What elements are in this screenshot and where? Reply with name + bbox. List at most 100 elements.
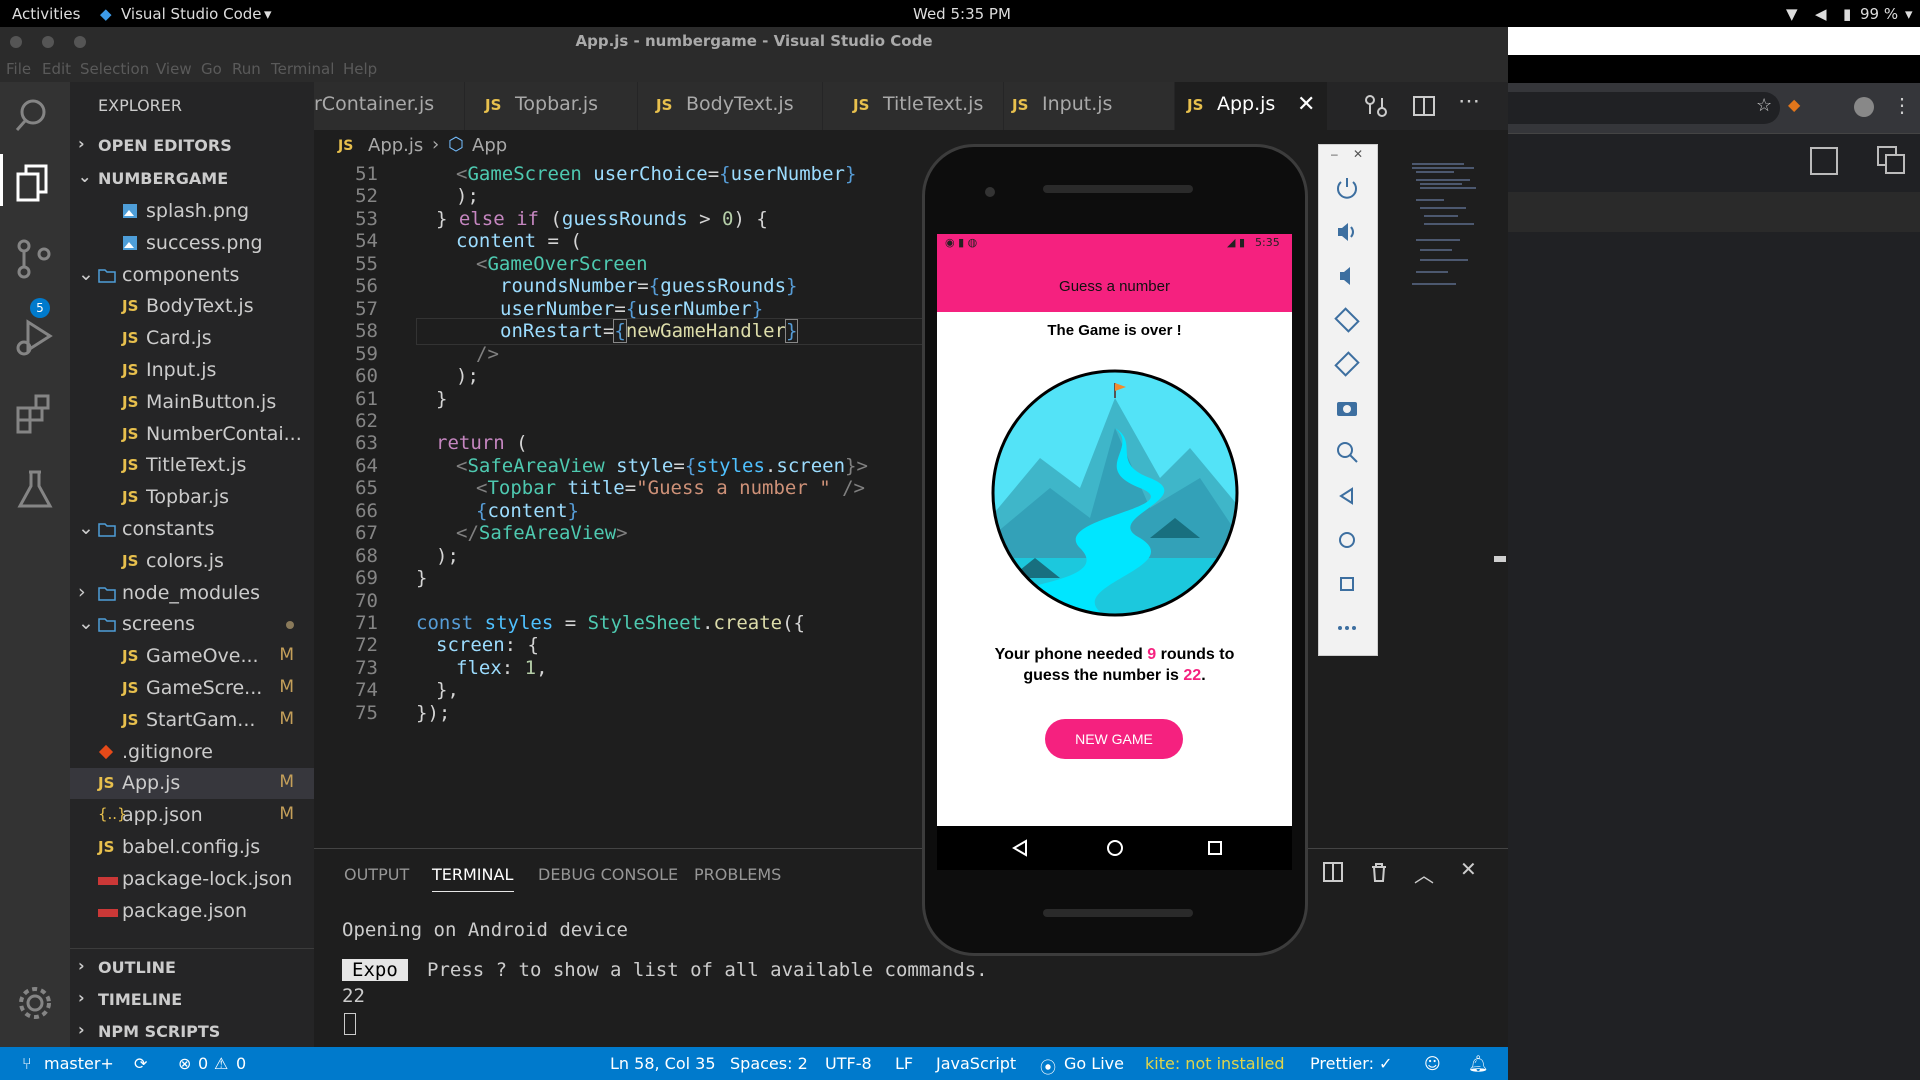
clock[interactable]: Wed 5:35 PM [913,5,1011,23]
warning-count[interactable]: 0 [236,1054,246,1073]
menu-file[interactable]: File [6,60,31,78]
menu-edit[interactable]: Edit [42,60,71,78]
tree-item[interactable]: › node_modules [70,578,314,609]
tree-item[interactable]: JS Card.js [70,323,314,354]
tab-topbar[interactable]: JS Topbar.js [465,82,638,130]
home-icon[interactable] [1332,525,1362,555]
avatar[interactable] [1854,97,1874,117]
browser-menu-icon[interactable]: ⋮ [1892,93,1912,118]
tree-item[interactable]: JS GameScre... M [70,673,314,704]
copy-window-icon[interactable] [1876,145,1906,175]
menu-terminal[interactable]: Terminal [271,60,334,78]
minimize-emulator-icon[interactable]: – [1331,147,1338,161]
tab-numbercontainer[interactable]: rContainer.js [314,82,465,130]
bookmark-star-icon[interactable]: ☆ [1756,95,1772,116]
menu-view[interactable]: View [156,60,192,78]
branch-name[interactable]: master+ [44,1054,114,1073]
close-tab-icon[interactable]: ✕ [1297,92,1315,117]
outline-section[interactable]: › OUTLINE [70,950,314,982]
volume-up-icon[interactable] [1332,217,1362,247]
tree-item[interactable]: package-lock.json [70,864,314,895]
maximize-panel-icon[interactable]: ︿ [1414,859,1434,888]
tree-item[interactable]: JS BodyText.js [70,291,314,322]
split-terminal-icon[interactable] [1322,861,1344,883]
cursor-position[interactable]: Ln 58, Col 35 [610,1054,716,1073]
menu-help[interactable]: Help [343,60,377,78]
tab-output[interactable]: OUTPUT [344,865,409,884]
rotate-left-icon[interactable] [1332,305,1362,335]
window-square-icon[interactable] [1810,147,1838,175]
close-panel-icon[interactable]: ✕ [1460,857,1477,882]
breadcrumb-file[interactable]: App.js [368,135,423,156]
prettier-status[interactable]: Prettier: ✓ [1310,1054,1392,1073]
error-count[interactable]: 0 [198,1054,208,1073]
tab-problems[interactable]: PROBLEMS [694,865,781,884]
menu-run[interactable]: Run [232,60,261,78]
power-icon[interactable] [1332,173,1362,203]
sync-icon[interactable]: ⟳ [134,1054,147,1073]
encoding[interactable]: UTF-8 [825,1054,872,1073]
language-mode[interactable]: JavaScript [936,1054,1016,1073]
tree-item[interactable]: .gitignore [70,737,314,768]
tab-bodytext[interactable]: JS BodyText.js [638,82,823,130]
more-actions-icon[interactable]: ⋯ [1458,88,1480,114]
explorer-icon[interactable] [14,162,56,204]
home-icon[interactable] [1105,838,1125,858]
tree-item[interactable]: success.png [70,228,314,259]
npm-scripts-section[interactable]: › NPM SCRIPTS [70,1014,314,1046]
back-icon[interactable] [1332,481,1362,511]
search-icon[interactable] [14,94,56,136]
close-emulator-icon[interactable]: ✕ [1353,147,1363,161]
testing-flask-icon[interactable] [14,468,56,510]
activities-button[interactable]: Activities [12,5,80,23]
terminal-cursor[interactable] [344,1013,356,1035]
tree-item[interactable]: {..} app.json M [70,800,314,831]
tree-item[interactable]: splash.png [70,196,314,227]
source-control-icon[interactable] [14,238,56,280]
trash-icon[interactable] [1368,861,1390,883]
zoom-icon[interactable] [1332,437,1362,467]
extensions-icon[interactable] [14,392,56,434]
rotate-right-icon[interactable] [1332,349,1362,379]
tab-app[interactable]: JS App.js ✕ [1175,82,1328,130]
tree-item[interactable]: ⌄ screens [70,609,314,640]
more-options-icon[interactable] [1332,613,1362,643]
new-game-button[interactable]: NEW GAME [1045,719,1183,759]
extension-icon[interactable]: ◆ [1788,95,1800,115]
tab-debug-console[interactable]: DEBUG CONSOLE [538,865,678,884]
tree-item[interactable]: JS StartGam... M [70,705,314,736]
timeline-section[interactable]: › TIMELINE [70,982,314,1014]
project-section[interactable]: ⌄ NUMBERGAME [70,161,314,193]
split-editor-icon[interactable] [1412,94,1436,118]
tree-item[interactable]: ⌄ components [70,260,314,291]
minimap[interactable] [1404,160,1494,320]
indentation[interactable]: Spaces: 2 [730,1054,808,1073]
phone-screen[interactable]: ◉ ▮ ◍ ◢ ▮ 5:35 Guess a number The Game i… [937,234,1292,826]
recents-icon[interactable] [1205,838,1225,858]
menu-go[interactable]: Go [201,60,222,78]
feedback-icon[interactable]: ☺ [1424,1054,1441,1073]
line-ending[interactable]: LF [895,1054,913,1073]
tree-item[interactable]: JS colors.js [70,546,314,577]
back-icon[interactable] [1010,838,1030,858]
open-editors-section[interactable]: › OPEN EDITORS [70,128,314,160]
go-live-button[interactable]: Go Live [1064,1054,1124,1073]
tree-item[interactable]: JS NumberContai... [70,419,314,450]
app-menu[interactable]: Visual Studio Code [121,5,262,23]
notifications-bell-icon[interactable]: 🔔︎ [1468,1054,1488,1073]
tree-item[interactable]: JS TitleText.js [70,450,314,481]
system-menu-chevron-icon[interactable]: ▾ [1905,5,1913,23]
overview-icon[interactable] [1332,569,1362,599]
tree-item[interactable]: JS Topbar.js [70,482,314,513]
tree-item[interactable]: JS babel.config.js [70,832,314,863]
tab-terminal[interactable]: TERMINAL [432,865,513,884]
tree-item[interactable]: JS Input.js [70,355,314,386]
address-bar[interactable] [1508,92,1780,124]
menu-selection[interactable]: Selection [80,60,149,78]
camera-icon[interactable] [1332,393,1362,423]
run-debug-icon[interactable] [14,316,56,358]
tree-item[interactable]: ⌄ constants [70,514,314,545]
tree-item[interactable]: package.json [70,896,314,927]
settings-gear-icon[interactable] [14,982,56,1024]
breadcrumb-symbol[interactable]: App [472,135,507,156]
